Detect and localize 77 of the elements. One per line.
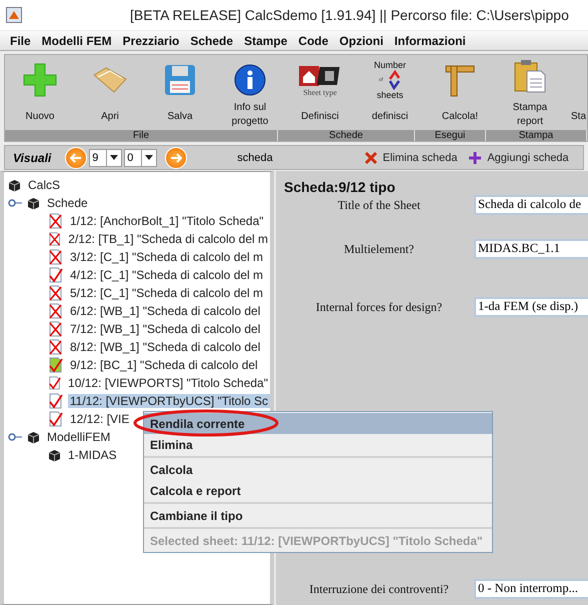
square-ruler-icon: [444, 63, 476, 97]
field-label: Title of the Sheet: [336, 198, 422, 212]
field-label: Internal forces for design?: [314, 300, 444, 314]
toolbar-button[interactable]: Sheet type Definisci: [285, 55, 355, 130]
tree-node[interactable]: Schede: [45, 196, 90, 210]
group-label: Stampa: [486, 130, 587, 141]
tree-item[interactable]: 2/12: [TB_1] "Scheda di calcolo del m: [66, 232, 270, 246]
menu-item[interactable]: Opzioni: [339, 34, 384, 48]
tree-item[interactable]: 10/12: [VIEWPORTS] "Titolo Scheda": [66, 376, 270, 390]
menu-item[interactable]: Stampe: [244, 34, 288, 48]
toolbar-button[interactable]: Stampa report: [495, 55, 565, 130]
menu-item[interactable]: Calcola: [144, 459, 492, 480]
previous-button[interactable]: [65, 146, 88, 168]
info-icon: [234, 64, 266, 96]
tree-item[interactable]: 1-MIDAS: [66, 448, 119, 462]
expand-handle-icon[interactable]: [8, 197, 22, 209]
toolbar-button[interactable]: Apri: [75, 55, 145, 130]
group-label: File: [5, 130, 278, 141]
tree-item[interactable]: 12/12: [VIE: [68, 412, 132, 426]
spinner-field[interactable]: 9: [89, 148, 122, 166]
plus-icon: [23, 63, 57, 97]
input-field[interactable]: MIDAS.BC_1.1: [474, 239, 588, 259]
cube-icon: [48, 448, 61, 462]
tree-node[interactable]: ModelliFEM: [45, 430, 112, 444]
nav-caption: scheda: [237, 152, 273, 164]
toolbar-button[interactable]: Calcola!: [425, 55, 495, 130]
tree-item[interactable]: 5/12: [C_1] "Scheda di calcolo del m: [68, 286, 266, 300]
next-button[interactable]: [165, 146, 188, 168]
menu-item[interactable]: Prezziario: [122, 34, 180, 48]
sheet-heading: Scheda:9/12 tipo: [284, 179, 396, 195]
cube-icon: [8, 178, 21, 192]
right-arrow-icon: [170, 152, 182, 162]
cube-icon: [27, 196, 40, 210]
menu-item[interactable]: Elimina: [144, 434, 492, 455]
toolbar-button[interactable]: Nuovo: [5, 55, 75, 130]
plus-icon: [469, 152, 482, 164]
tree-item[interactable]: 3/12: [C_1] "Scheda di calcolo del m: [68, 250, 266, 264]
expand-handle-icon[interactable]: [8, 431, 22, 443]
tree-item[interactable]: 4/12: [C_1] "Scheda di calcolo del m: [68, 268, 266, 282]
toolbar-button[interactable]: Sta: [565, 55, 587, 130]
window-title: [BETA RELEASE] CalcSdemo [1.91.94] || Percorso file: C:\Users\pippo: [130, 7, 569, 23]
menu-item[interactable]: File: [10, 34, 31, 48]
caret-icon: [110, 155, 118, 160]
menu-item[interactable]: Rendila corrente: [144, 413, 492, 434]
toolbar-button[interactable]: Info sul progetto: [215, 55, 285, 130]
menu-item[interactable]: Code: [298, 34, 328, 48]
tree-item[interactable]: 8/12: [WB_1] "Scheda di calcolo del: [68, 340, 262, 354]
input-field[interactable]: 1-da FEM (se disp.): [474, 297, 588, 317]
menu-item[interactable]: Modelli FEM: [42, 34, 112, 48]
toolbar-button[interactable]: Elimina scheda: [358, 152, 464, 164]
cube-icon: [27, 430, 40, 444]
menu-item[interactable]: Calcola e report: [144, 480, 492, 501]
nav-label: Visuali: [13, 150, 52, 164]
folder-icon: [92, 65, 128, 95]
input-field[interactable]: 0 - Non interromp...: [474, 579, 588, 599]
left-arrow-icon: [70, 152, 82, 162]
menu-item[interactable]: Cambiane il tipo: [144, 505, 492, 526]
tree-item[interactable]: 6/12: [WB_1] "Scheda di calcolo del: [68, 304, 262, 318]
input-field[interactable]: Scheda di calcolo de: [474, 195, 588, 215]
group-label: Esegui: [415, 130, 486, 141]
tree-item[interactable]: 9/12: [BC_1] "Scheda di calcolo del: [68, 358, 260, 372]
toolbar-button[interactable]: Aggiungi scheda: [463, 152, 575, 164]
clipboard-icon: [513, 58, 547, 92]
menu-item[interactable]: Schede: [190, 34, 234, 48]
spinner-field[interactable]: 0: [124, 148, 158, 166]
tree-item[interactable]: 11/12: [VIEWPORTbyUCS] "Titolo Sc: [68, 394, 270, 408]
field-label: Multielement?: [343, 242, 415, 256]
group-label: Schede: [278, 130, 415, 141]
app-icon: [6, 7, 22, 23]
tree-item[interactable]: 7/12: [WB_1] "Scheda di calcolo del: [68, 322, 262, 336]
tree-node[interactable]: CalcS: [26, 178, 62, 192]
menu-item[interactable]: Informazioni: [394, 34, 466, 48]
cross-icon: [364, 152, 377, 164]
caret-icon: [145, 155, 154, 160]
toolbar-button[interactable]: Salva: [145, 55, 215, 130]
field-label: Interruzione dei controventi?: [308, 582, 450, 596]
tree-item[interactable]: 1/12: [AnchorBolt_1] "Titolo Scheda": [68, 214, 266, 228]
